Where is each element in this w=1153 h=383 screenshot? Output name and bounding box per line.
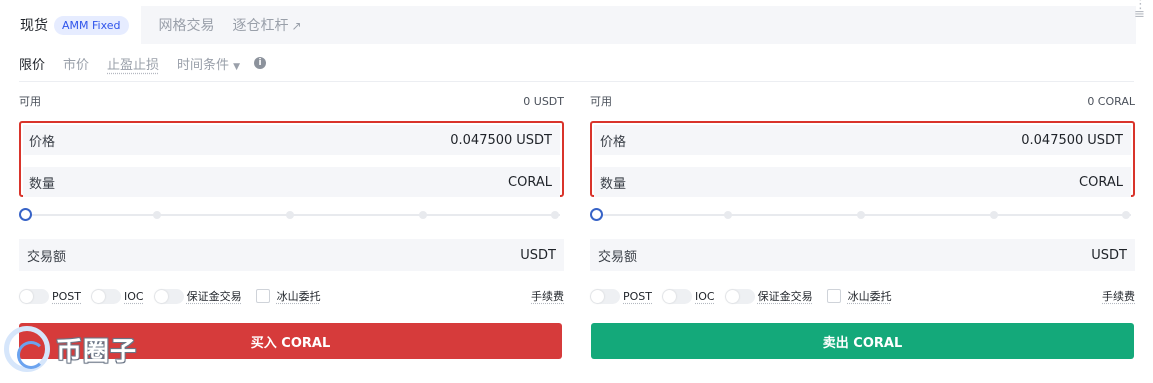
sell-price-value: 0.047500 <box>1021 132 1084 148</box>
sell-quantity-unit: CORAL <box>1079 174 1123 190</box>
buy-post-label: POST <box>52 289 81 303</box>
menu-icon[interactable]: ⋮ ≡ <box>1134 0 1147 21</box>
caret-down-icon: ▼ <box>233 61 240 72</box>
buy-slider-dot-25[interactable] <box>153 211 161 219</box>
buy-options-row: POST IOC 保证金交易 冰山委托 手续费 <box>19 286 564 306</box>
order-type-tp-sl[interactable]: 止盈止损 <box>107 54 159 73</box>
tab-spot-label: 现货 <box>20 18 48 34</box>
sell-price-input[interactable]: 价格 0.047500 USDT <box>594 125 1131 155</box>
buy-price-value: 0.047500 <box>450 132 513 148</box>
buy-price-value-group: 0.047500 USDT <box>450 133 552 148</box>
divider <box>19 81 1134 82</box>
buy-margin-label: 保证金交易 <box>186 290 242 303</box>
sell-iceberg-checkbox[interactable] <box>826 289 841 303</box>
tab-grid-trading[interactable]: 网格交易 <box>159 15 215 35</box>
sell-available-row: 可用 0 CORAL <box>590 90 1135 112</box>
buy-iceberg-checkbox[interactable] <box>255 289 270 303</box>
buy-margin-toggle[interactable] <box>153 288 184 304</box>
sell-quantity-label: 数量 <box>600 176 627 192</box>
buy-post-toggle[interactable] <box>19 288 49 304</box>
sell-margin-label: 保证金交易 <box>757 290 813 303</box>
sell-slider-dot-100[interactable] <box>1122 211 1130 219</box>
sell-price-label: 价格 <box>600 134 627 150</box>
buy-slider-dot-100[interactable] <box>551 211 559 219</box>
buy-slider-handle[interactable] <box>19 208 32 221</box>
sell-percent-slider[interactable] <box>590 208 1135 222</box>
sell-slider-dot-50[interactable] <box>857 211 865 219</box>
amm-fixed-badge: AMM Fixed <box>54 15 129 35</box>
buy-price-input[interactable]: 价格 0.047500 USDT <box>23 125 560 155</box>
buy-iceberg-label: 冰山委托 <box>276 290 321 303</box>
sell-slider-dot-75[interactable] <box>990 211 998 219</box>
sell-highlight-box: 价格 0.047500 USDT 数量 CORAL <box>590 121 1135 197</box>
sell-fee-link[interactable]: 手续费 <box>1102 288 1135 304</box>
sell-price-value-group: 0.047500 USDT <box>1021 133 1123 148</box>
tabs-inactive-area: 网格交易 逐仓杠杆 ↗ <box>140 6 1136 44</box>
buy-price-unit: USDT <box>516 132 552 148</box>
buy-price-label: 价格 <box>29 134 56 150</box>
external-arrow-icon: ↗ <box>291 19 302 33</box>
sell-ioc-toggle[interactable] <box>662 288 692 304</box>
tab-spot[interactable]: 现货 AMM Fixed <box>8 6 141 44</box>
tab-isolated-margin-label: 逐仓杠杆 <box>232 18 289 34</box>
time-condition-label: 时间条件 <box>177 57 230 73</box>
sell-margin-toggle[interactable] <box>724 288 755 304</box>
sell-amount-input[interactable]: 交易额 USDT <box>590 239 1135 271</box>
buy-highlight-box: 价格 0.047500 USDT 数量 CORAL <box>19 121 564 197</box>
buy-amount-unit: USDT <box>520 247 556 263</box>
buy-slider-dot-50[interactable] <box>286 211 294 219</box>
order-type-limit[interactable]: 限价 <box>19 54 45 73</box>
sell-options-row: POST IOC 保证金交易 冰山委托 手续费 <box>590 286 1135 306</box>
buy-amount-input[interactable]: 交易额 USDT <box>19 239 564 271</box>
watermark-logo-icon <box>4 326 50 372</box>
sell-ioc-label: IOC <box>695 289 715 303</box>
tab-isolated-margin[interactable]: 逐仓杠杆 ↗ <box>233 15 302 35</box>
sell-available-value: 0 CORAL <box>1087 94 1135 108</box>
buy-quantity-input[interactable]: 数量 CORAL <box>23 167 560 197</box>
order-type-tabs: 限价 市价 止盈止损 时间条件 ▼ i <box>19 52 266 74</box>
buy-amount-label: 交易额 <box>27 249 67 265</box>
sell-amount-unit: USDT <box>1091 247 1127 263</box>
sell-post-label: POST <box>623 289 652 303</box>
sell-price-unit: USDT <box>1087 132 1123 148</box>
sell-coral-button[interactable]: 卖出 CORAL <box>591 323 1134 359</box>
buy-slider-dot-75[interactable] <box>419 211 427 219</box>
buy-quantity-unit: CORAL <box>508 174 552 190</box>
watermark-text: 币圈子 <box>56 336 138 367</box>
order-type-market[interactable]: 市价 <box>63 54 89 73</box>
sell-slider-handle[interactable] <box>590 208 603 221</box>
buy-fee-link[interactable]: 手续费 <box>531 288 564 304</box>
order-type-time-condition[interactable]: 时间条件 ▼ <box>177 54 240 73</box>
sell-iceberg-label: 冰山委托 <box>847 290 892 303</box>
watermark: 币圈子 <box>4 323 137 375</box>
buy-ioc-toggle[interactable] <box>91 288 121 304</box>
sell-amount-label: 交易额 <box>598 249 638 265</box>
buy-percent-slider[interactable] <box>19 208 564 222</box>
sell-quantity-input[interactable]: 数量 CORAL <box>594 167 1131 197</box>
buy-available-label: 可用 <box>19 95 41 108</box>
buy-panel: 可用 0 USDT 价格 0.047500 USDT 数量 CORAL 交易额 … <box>19 90 564 306</box>
buy-quantity-label: 数量 <box>29 176 56 192</box>
sell-slider-dot-25[interactable] <box>724 211 732 219</box>
buy-available-row: 可用 0 USDT <box>19 90 564 112</box>
sell-available-label: 可用 <box>590 95 612 108</box>
sell-panel: 可用 0 CORAL 价格 0.047500 USDT 数量 CORAL 交易额… <box>590 90 1135 306</box>
sell-post-toggle[interactable] <box>590 288 620 304</box>
trade-type-tabs: 现货 AMM Fixed 网格交易 逐仓杠杆 ↗ <box>8 6 1136 44</box>
info-icon[interactable]: i <box>253 57 266 69</box>
buy-ioc-label: IOC <box>124 289 144 303</box>
buy-available-value: 0 USDT <box>523 94 564 108</box>
